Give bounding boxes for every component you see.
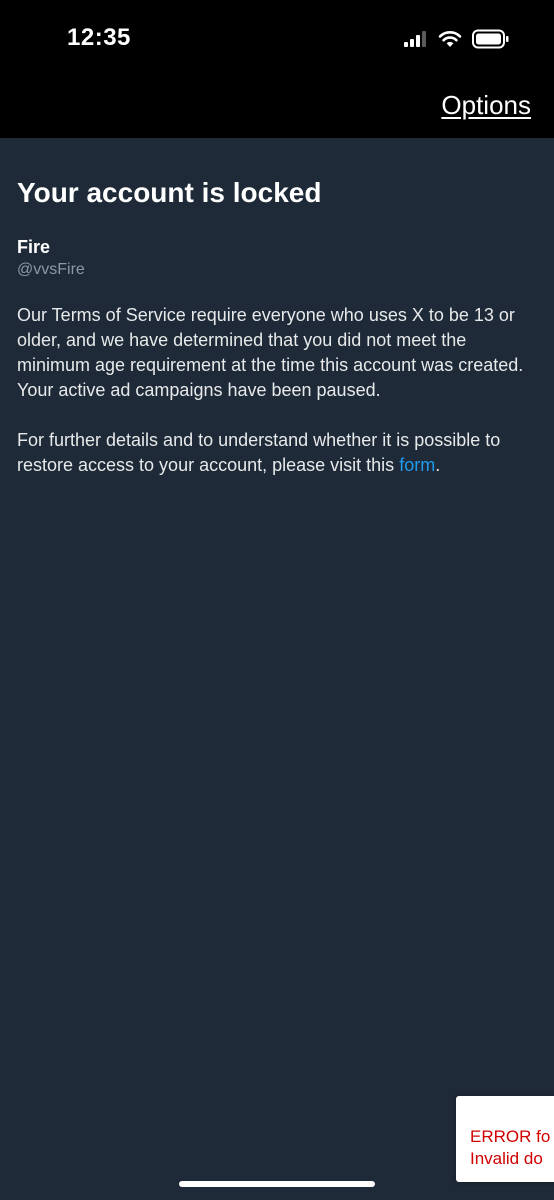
cellular-signal-icon <box>404 30 428 52</box>
age-requirement-text: Our Terms of Service require everyone wh… <box>17 305 524 375</box>
restore-access-suffix: . <box>435 455 441 475</box>
status-time: 12:35 <box>67 24 131 51</box>
message-body: Our Terms of Service require everyone wh… <box>17 303 539 478</box>
page-title: Your account is locked <box>17 177 322 208</box>
home-indicator[interactable] <box>179 1181 375 1187</box>
wifi-icon <box>438 30 462 53</box>
top-bar: 12:35 Options <box>0 0 554 138</box>
status-icons <box>404 29 510 54</box>
account-handle: @vvsFire <box>17 261 85 278</box>
account-display-name: Fire <box>17 237 51 257</box>
locked-account-screen: 12:35 Options Your account is locked Fir… <box>0 0 554 1200</box>
campaigns-paused-text: Your active ad campaigns have been pause… <box>17 380 381 400</box>
restore-access-text: For further details and to understand wh… <box>17 428 539 478</box>
battery-icon <box>472 29 510 54</box>
options-link[interactable]: Options <box>441 90 531 121</box>
form-link[interactable]: form <box>399 455 435 475</box>
error-toast-line-2: Invalid do <box>470 1149 543 1168</box>
error-toast: ERROR fo Invalid do <box>456 1096 554 1182</box>
locked-account-message: Your account is locked Fire @vvsFire Our… <box>17 176 539 478</box>
error-toast-line-1: ERROR fo <box>470 1127 551 1146</box>
